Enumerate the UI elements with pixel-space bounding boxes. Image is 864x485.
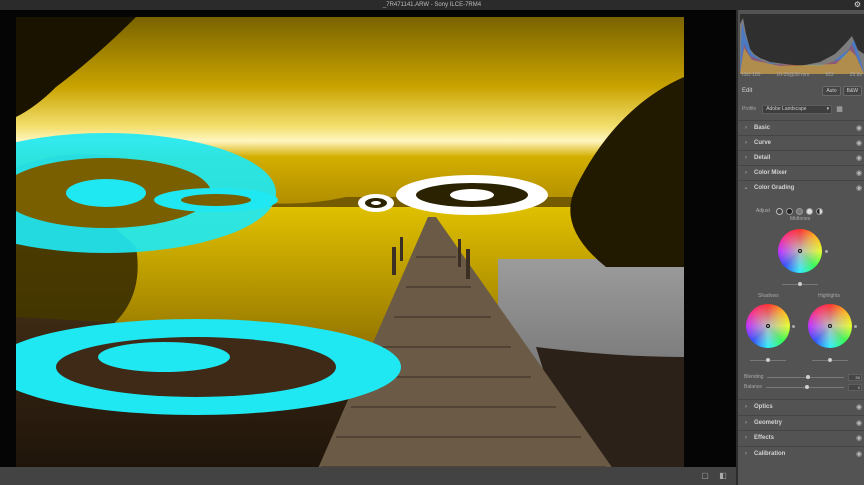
section-label: Calibration bbox=[754, 450, 786, 457]
eye-icon[interactable]: ◉ bbox=[852, 419, 864, 427]
section-detail[interactable]: › Detail ◉ bbox=[738, 150, 864, 164]
highlights-label: Highlights bbox=[818, 293, 840, 299]
blending-value[interactable]: 50 bbox=[848, 373, 862, 381]
single-view-icon[interactable]: ▢ bbox=[700, 471, 710, 481]
edit-header: Edit Auto B&W bbox=[742, 85, 862, 97]
section-label: Color Mixer bbox=[754, 169, 788, 176]
edit-panel: ISO 100 16-35@30 mm f/22 25.8s Edit Auto… bbox=[736, 10, 864, 485]
global-view-icon[interactable] bbox=[815, 207, 823, 215]
section-curve[interactable]: › Curve ◉ bbox=[738, 135, 864, 149]
blending-slider[interactable] bbox=[767, 374, 844, 379]
shadows-label: Shadows bbox=[758, 293, 779, 299]
compare-view-icon[interactable]: ◧ bbox=[718, 471, 728, 481]
section-effects[interactable]: › Effects ◉ bbox=[738, 430, 864, 444]
bw-button[interactable]: B&W bbox=[842, 86, 862, 96]
histogram-graph bbox=[740, 18, 864, 74]
balance-slider[interactable] bbox=[766, 384, 844, 389]
midtones-view-icon[interactable] bbox=[795, 207, 803, 215]
photo-image bbox=[16, 17, 684, 473]
blending-label: Blending bbox=[744, 374, 764, 380]
slider-knob[interactable] bbox=[798, 282, 802, 286]
shadows-luminance-slider[interactable] bbox=[750, 358, 786, 362]
highlights-wheel-handle[interactable] bbox=[828, 324, 832, 328]
gear-icon[interactable]: ⚙ bbox=[854, 0, 861, 10]
highlights-luminance-dot[interactable] bbox=[854, 325, 857, 328]
edit-title: Edit bbox=[742, 88, 753, 94]
highlights-view-icon[interactable] bbox=[805, 207, 813, 215]
chevron-right-icon: › bbox=[745, 139, 747, 146]
three-way-view-icon[interactable] bbox=[775, 207, 783, 215]
section-calibration[interactable]: › Calibration ◉ bbox=[738, 446, 864, 460]
section-label: Color Grading bbox=[754, 184, 795, 191]
histogram bbox=[740, 14, 864, 74]
chevron-right-icon: › bbox=[745, 419, 747, 426]
camera-info: ISO 100 16-35@30 mm f/22 25.8s bbox=[742, 70, 862, 80]
midtones-luminance-dot[interactable] bbox=[825, 250, 828, 253]
chevron-right-icon: › bbox=[745, 169, 747, 176]
aperture-value: f/22 bbox=[825, 72, 834, 78]
eye-icon[interactable]: ◉ bbox=[852, 139, 864, 147]
midtones-label: Midtones bbox=[790, 216, 811, 222]
eye-icon[interactable]: ◉ bbox=[852, 154, 864, 162]
section-color-grading[interactable]: ⌄ Color Grading ◉ bbox=[738, 180, 864, 194]
section-label: Basic bbox=[754, 124, 771, 131]
slider-knob[interactable] bbox=[828, 358, 832, 362]
shadows-color-wheel[interactable] bbox=[746, 304, 790, 348]
section-label: Effects bbox=[754, 434, 775, 441]
eye-icon[interactable]: ◉ bbox=[852, 184, 864, 192]
section-label: Detail bbox=[754, 154, 771, 161]
profile-row: Profile Adobe Landscape ▦ bbox=[742, 103, 862, 115]
slider-knob[interactable] bbox=[805, 374, 810, 379]
focal-value: 16-35@30 mm bbox=[776, 72, 810, 78]
section-label: Geometry bbox=[754, 419, 783, 426]
title-bar: _7R471141.ARW - Sony ILCE-7RM4 ⚙ bbox=[0, 0, 864, 10]
section-color-mixer[interactable]: › Color Mixer ◉ bbox=[738, 165, 864, 179]
slider-knob[interactable] bbox=[805, 384, 810, 389]
midtones-color-wheel[interactable] bbox=[778, 229, 822, 273]
eye-icon[interactable]: ◉ bbox=[852, 403, 864, 411]
chevron-right-icon: › bbox=[745, 450, 747, 457]
eye-icon[interactable]: ◉ bbox=[852, 124, 864, 132]
profile-dropdown[interactable]: Adobe Landscape bbox=[762, 104, 833, 114]
shadows-view-icon[interactable] bbox=[785, 207, 793, 215]
slider-knob[interactable] bbox=[766, 358, 770, 362]
chevron-right-icon: › bbox=[745, 434, 747, 441]
highlights-color-wheel[interactable] bbox=[808, 304, 852, 348]
window-title: _7R471141.ARW - Sony ILCE-7RM4 bbox=[382, 2, 482, 8]
section-label: Optics bbox=[754, 403, 773, 410]
adjust-label: Adjust bbox=[756, 208, 770, 214]
eye-icon[interactable]: ◉ bbox=[852, 450, 864, 458]
highlights-luminance-slider[interactable] bbox=[812, 358, 848, 362]
section-optics[interactable]: › Optics ◉ bbox=[738, 399, 864, 413]
eye-icon[interactable]: ◉ bbox=[852, 434, 864, 442]
photo-preview[interactable] bbox=[16, 17, 684, 473]
midtones-luminance-slider[interactable] bbox=[782, 282, 818, 286]
chevron-right-icon: › bbox=[745, 124, 747, 131]
blending-row: Blending 50 bbox=[744, 372, 862, 382]
image-canvas[interactable] bbox=[0, 10, 736, 473]
eye-icon[interactable]: ◉ bbox=[852, 169, 864, 177]
section-geometry[interactable]: › Geometry ◉ bbox=[738, 415, 864, 429]
auto-button[interactable]: Auto bbox=[822, 86, 841, 96]
shutter-value: 25.8s bbox=[849, 72, 862, 78]
chevron-right-icon: › bbox=[745, 154, 747, 161]
midtones-wheel-handle[interactable] bbox=[798, 249, 802, 253]
bottom-toolbar: ▢ ◧ bbox=[0, 467, 736, 485]
profile-browser-icon[interactable]: ▦ bbox=[836, 105, 843, 113]
chevron-right-icon: › bbox=[745, 403, 747, 410]
iso-value: ISO 100 bbox=[742, 72, 761, 78]
shadows-wheel-handle[interactable] bbox=[766, 324, 770, 328]
section-basic[interactable]: › Basic ◉ bbox=[738, 120, 864, 134]
color-grading-adjust-row: Adjust bbox=[756, 206, 860, 216]
balance-value[interactable]: 0 bbox=[848, 383, 862, 391]
balance-row: Balance 0 bbox=[744, 382, 862, 392]
profile-label: Profile bbox=[742, 106, 757, 112]
balance-label: Balance bbox=[744, 384, 763, 390]
section-label: Curve bbox=[754, 139, 772, 146]
shadows-luminance-dot[interactable] bbox=[792, 325, 795, 328]
chevron-down-icon: ⌄ bbox=[743, 185, 749, 191]
